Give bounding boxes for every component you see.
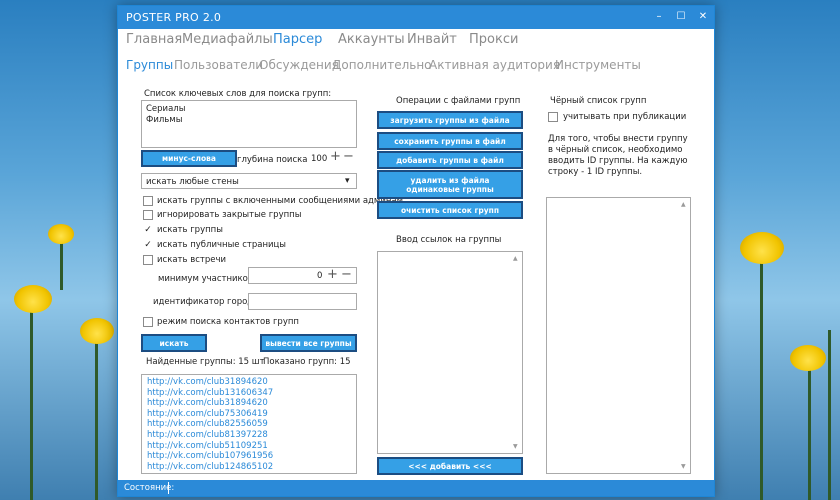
tab-groups[interactable]: Группы bbox=[126, 58, 173, 72]
file-ops-label: Операции с файлами групп bbox=[396, 96, 521, 106]
minus-icon[interactable]: − bbox=[341, 267, 352, 282]
save-groups-button[interactable]: сохранить группы в файл bbox=[377, 132, 523, 150]
close-icon[interactable]: ✕ bbox=[692, 9, 714, 25]
plus-icon[interactable]: + bbox=[327, 267, 338, 282]
title-bar: POSTER PRO 2.0 – ☐ ✕ bbox=[118, 6, 714, 29]
keywords-label: Список ключевых слов для поиска групп: bbox=[144, 89, 332, 99]
min-members-field[interactable]: 0 + − bbox=[248, 267, 357, 284]
window-title: POSTER PRO 2.0 bbox=[126, 11, 222, 24]
list-item[interactable]: http://vk.com/club31894620 bbox=[147, 398, 351, 409]
load-groups-button[interactable]: загрузить группы из файла bbox=[377, 111, 523, 129]
tab-tools[interactable]: Инструменты bbox=[555, 58, 641, 72]
depth-label: глубина поиска bbox=[237, 155, 308, 165]
status-divider bbox=[168, 482, 169, 494]
list-item[interactable]: http://vk.com/club82556059 bbox=[147, 419, 351, 430]
scroll-down-icon[interactable]: ▼ bbox=[513, 443, 518, 450]
dedupe-groups-button[interactable]: удалить из файла одинаковые группы bbox=[377, 170, 523, 199]
checkbox-label: учитывать при публикации bbox=[563, 112, 687, 122]
city-id-label: идентификатор города bbox=[153, 297, 259, 307]
blacklist-help-text: Для того, чтобы внести группу в чёрный с… bbox=[548, 134, 688, 177]
checkbox-label: искать встречи bbox=[157, 255, 227, 265]
checkbox-search-groups[interactable]: ✓ bbox=[143, 225, 153, 235]
check-icon: ✓ bbox=[144, 240, 152, 250]
checkbox-label: режим поиска контактов групп bbox=[157, 317, 299, 327]
minus-icon[interactable]: − bbox=[343, 149, 354, 164]
append-groups-button[interactable]: добавить группы в файл bbox=[377, 151, 523, 169]
checkbox-meetings[interactable] bbox=[143, 255, 153, 265]
checkbox-label: игнорировать закрытые группы bbox=[157, 210, 302, 220]
list-item[interactable]: http://vk.com/club124865102 bbox=[147, 462, 351, 473]
checkbox-label: искать публичные страницы bbox=[157, 240, 287, 250]
check-icon: ✓ bbox=[144, 225, 152, 235]
keyword-line: Фильмы bbox=[146, 115, 183, 125]
minimize-icon[interactable]: – bbox=[648, 9, 670, 25]
keywords-textarea[interactable]: Сериалы Фильмы bbox=[141, 100, 357, 148]
list-item[interactable]: http://vk.com/club51109251 bbox=[147, 441, 351, 452]
minus-words-button[interactable]: минус-слова bbox=[141, 150, 237, 167]
show-all-groups-button[interactable]: вывести все группы bbox=[260, 334, 357, 352]
list-item[interactable]: http://vk.com/club131606347 bbox=[147, 388, 351, 399]
list-item[interactable]: http://vk.com/club75306419 bbox=[147, 409, 351, 420]
menu-item-parser[interactable]: Парсер bbox=[273, 32, 322, 47]
maximize-icon[interactable]: ☐ bbox=[670, 9, 692, 25]
menu-item-proxy[interactable]: Прокси bbox=[469, 32, 518, 47]
checkbox-ignore-closed[interactable] bbox=[143, 210, 153, 220]
shown-groups-label: Показано групп: 15 bbox=[263, 357, 351, 367]
groups-list[interactable]: http://vk.com/club31894620 http://vk.com… bbox=[141, 374, 357, 474]
menu-item-main[interactable]: Главная bbox=[126, 32, 182, 47]
list-item[interactable]: http://vk.com/club31894620 bbox=[147, 377, 351, 388]
scroll-up-icon[interactable]: ▲ bbox=[513, 255, 518, 262]
tab-users[interactable]: Пользователи bbox=[174, 58, 263, 72]
scroll-down-icon[interactable]: ▼ bbox=[681, 463, 686, 470]
checkbox-label: искать группы bbox=[157, 225, 223, 235]
list-item[interactable]: http://vk.com/club107961956 bbox=[147, 451, 351, 462]
menu-item-accounts[interactable]: Аккаунты bbox=[338, 32, 405, 47]
plus-icon[interactable]: + bbox=[330, 149, 341, 164]
menu-item-media[interactable]: Медиафайлы bbox=[182, 32, 273, 47]
status-bar: Состояние: bbox=[118, 480, 714, 496]
add-links-button[interactable]: <<< добавить <<< bbox=[377, 457, 523, 475]
list-item[interactable]: http://vk.com/club81397228 bbox=[147, 430, 351, 441]
search-button[interactable]: искать bbox=[141, 334, 207, 352]
checkbox-contacts-mode[interactable] bbox=[143, 317, 153, 327]
checkbox-admin-messages[interactable] bbox=[143, 196, 153, 206]
app-window: POSTER PRO 2.0 – ☐ ✕ Главная Медиафайлы … bbox=[117, 5, 715, 497]
menu-item-invite[interactable]: Инвайт bbox=[407, 32, 457, 47]
walls-select[interactable]: искать любые стены ▾ bbox=[141, 173, 357, 189]
checkbox-label: искать группы с включенными сообщениями … bbox=[157, 196, 404, 206]
min-members-value: 0 bbox=[317, 271, 323, 281]
status-label: Состояние: bbox=[124, 483, 175, 493]
tab-active-audience[interactable]: Активная аудитория bbox=[429, 58, 560, 72]
depth-value[interactable]: 100 bbox=[311, 154, 327, 164]
found-groups-label: Найденные группы: 15 шт bbox=[146, 357, 265, 367]
links-textarea[interactable]: ▲ ▼ bbox=[377, 251, 523, 454]
walls-select-value: искать любые стены bbox=[146, 177, 239, 187]
tab-additional[interactable]: Дополнительно bbox=[332, 58, 432, 72]
scroll-up-icon[interactable]: ▲ bbox=[681, 201, 686, 208]
city-id-field[interactable] bbox=[248, 293, 357, 310]
checkbox-public-pages[interactable]: ✓ bbox=[143, 240, 153, 250]
keyword-line: Сериалы bbox=[146, 104, 186, 114]
tab-discussions[interactable]: Обсуждения bbox=[259, 58, 339, 72]
blacklist-textarea[interactable]: ▲ ▼ bbox=[546, 197, 691, 474]
chevron-down-icon: ▾ bbox=[345, 176, 350, 186]
checkbox-publish[interactable] bbox=[548, 112, 558, 122]
links-input-label: Ввод ссылок на группы bbox=[396, 235, 502, 245]
min-members-label: минимум участников bbox=[158, 274, 253, 284]
blacklist-label: Чёрный список групп bbox=[550, 96, 647, 106]
clear-groups-button[interactable]: очистить список групп bbox=[377, 201, 523, 219]
